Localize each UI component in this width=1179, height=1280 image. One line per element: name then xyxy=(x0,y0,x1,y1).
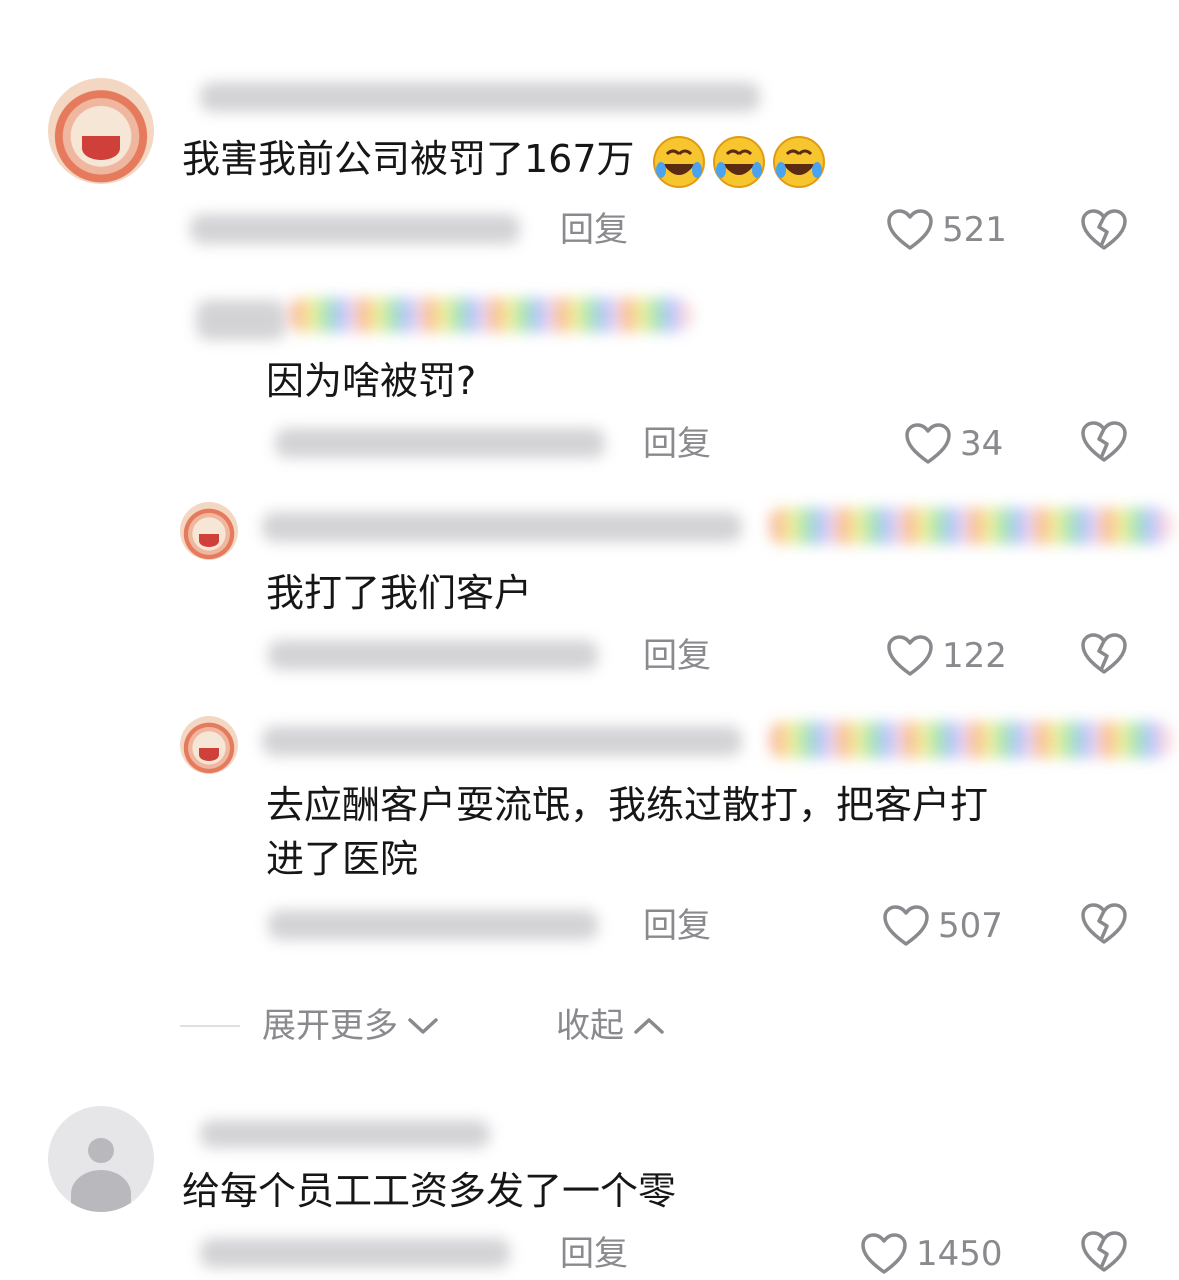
username-blurred[interactable] xyxy=(262,512,742,542)
collapse-button[interactable]: 收起 xyxy=(556,1006,666,1046)
reply-avatar-blurred[interactable] xyxy=(196,300,286,340)
avatar[interactable] xyxy=(180,502,238,560)
expand-more-label: 展开更多 xyxy=(262,1006,398,1046)
reply-button[interactable]: 回复 xyxy=(643,424,711,464)
comment-text-line: 进了医院 xyxy=(266,837,419,881)
like-button[interactable]: 507 xyxy=(882,904,1003,948)
username-blurred[interactable] xyxy=(200,1120,490,1148)
timestamp-blurred xyxy=(275,428,605,458)
comment-text: 我打了我们客户 xyxy=(266,571,533,615)
reply-button[interactable]: 回复 xyxy=(560,210,628,250)
heart-icon xyxy=(886,208,934,252)
avatar[interactable] xyxy=(180,716,238,774)
rofl-emoji-icon xyxy=(635,135,827,188)
comment-text: 去应酬客户耍流氓，我练过散打，把客户打 进了医院 xyxy=(266,778,1146,886)
collapse-label: 收起 xyxy=(556,1006,624,1046)
username-blurred[interactable] xyxy=(290,298,690,332)
like-button[interactable]: 34 xyxy=(904,422,1003,466)
heart-icon xyxy=(886,634,934,678)
username-blurred[interactable] xyxy=(200,82,760,112)
heart-icon xyxy=(882,904,930,948)
like-count: 521 xyxy=(942,210,1007,250)
thread-divider xyxy=(180,1025,240,1027)
broken-heart-icon xyxy=(1081,633,1127,674)
heart-icon xyxy=(904,422,952,466)
comment-text: 给每个员工工资多发了一个零 xyxy=(182,1169,677,1213)
reply-button[interactable]: 回复 xyxy=(560,1234,628,1274)
like-count: 122 xyxy=(942,636,1007,676)
dislike-button[interactable] xyxy=(1080,1230,1128,1274)
chevron-up-icon xyxy=(634,1018,664,1034)
badge-blurred xyxy=(770,508,1170,544)
broken-heart-icon xyxy=(1081,1231,1127,1272)
like-count: 507 xyxy=(938,906,1003,946)
dislike-button[interactable] xyxy=(1080,902,1128,946)
avatar[interactable] xyxy=(48,78,154,184)
like-count: 34 xyxy=(960,424,1004,464)
expand-more-button[interactable]: 展开更多 xyxy=(262,1006,440,1046)
heart-icon xyxy=(860,1232,908,1276)
comment-text: 因为啥被罚? xyxy=(266,359,477,403)
timestamp-blurred xyxy=(268,910,598,940)
like-button[interactable]: 521 xyxy=(886,208,1007,252)
like-button[interactable]: 1450 xyxy=(860,1232,1003,1276)
chevron-down-icon xyxy=(408,1018,438,1034)
timestamp-blurred xyxy=(190,214,520,244)
like-button[interactable]: 122 xyxy=(886,634,1007,678)
comment-text-line: 去应酬客户耍流氓，我练过散打，把客户打 xyxy=(266,783,989,827)
dislike-button[interactable] xyxy=(1080,420,1128,464)
dislike-button[interactable] xyxy=(1080,208,1128,252)
broken-heart-icon xyxy=(1081,209,1127,250)
badge-blurred xyxy=(770,722,1170,758)
broken-heart-icon xyxy=(1081,421,1127,462)
broken-heart-icon xyxy=(1081,903,1127,944)
reply-button[interactable]: 回复 xyxy=(643,906,711,946)
timestamp-blurred xyxy=(268,640,598,670)
comment-text: 我害我前公司被罚了167万 xyxy=(182,132,942,190)
like-count: 1450 xyxy=(916,1234,1003,1274)
avatar[interactable] xyxy=(48,1106,154,1212)
dislike-button[interactable] xyxy=(1080,632,1128,676)
username-blurred[interactable] xyxy=(262,726,742,756)
reply-button[interactable]: 回复 xyxy=(643,636,711,676)
timestamp-blurred xyxy=(200,1238,510,1268)
